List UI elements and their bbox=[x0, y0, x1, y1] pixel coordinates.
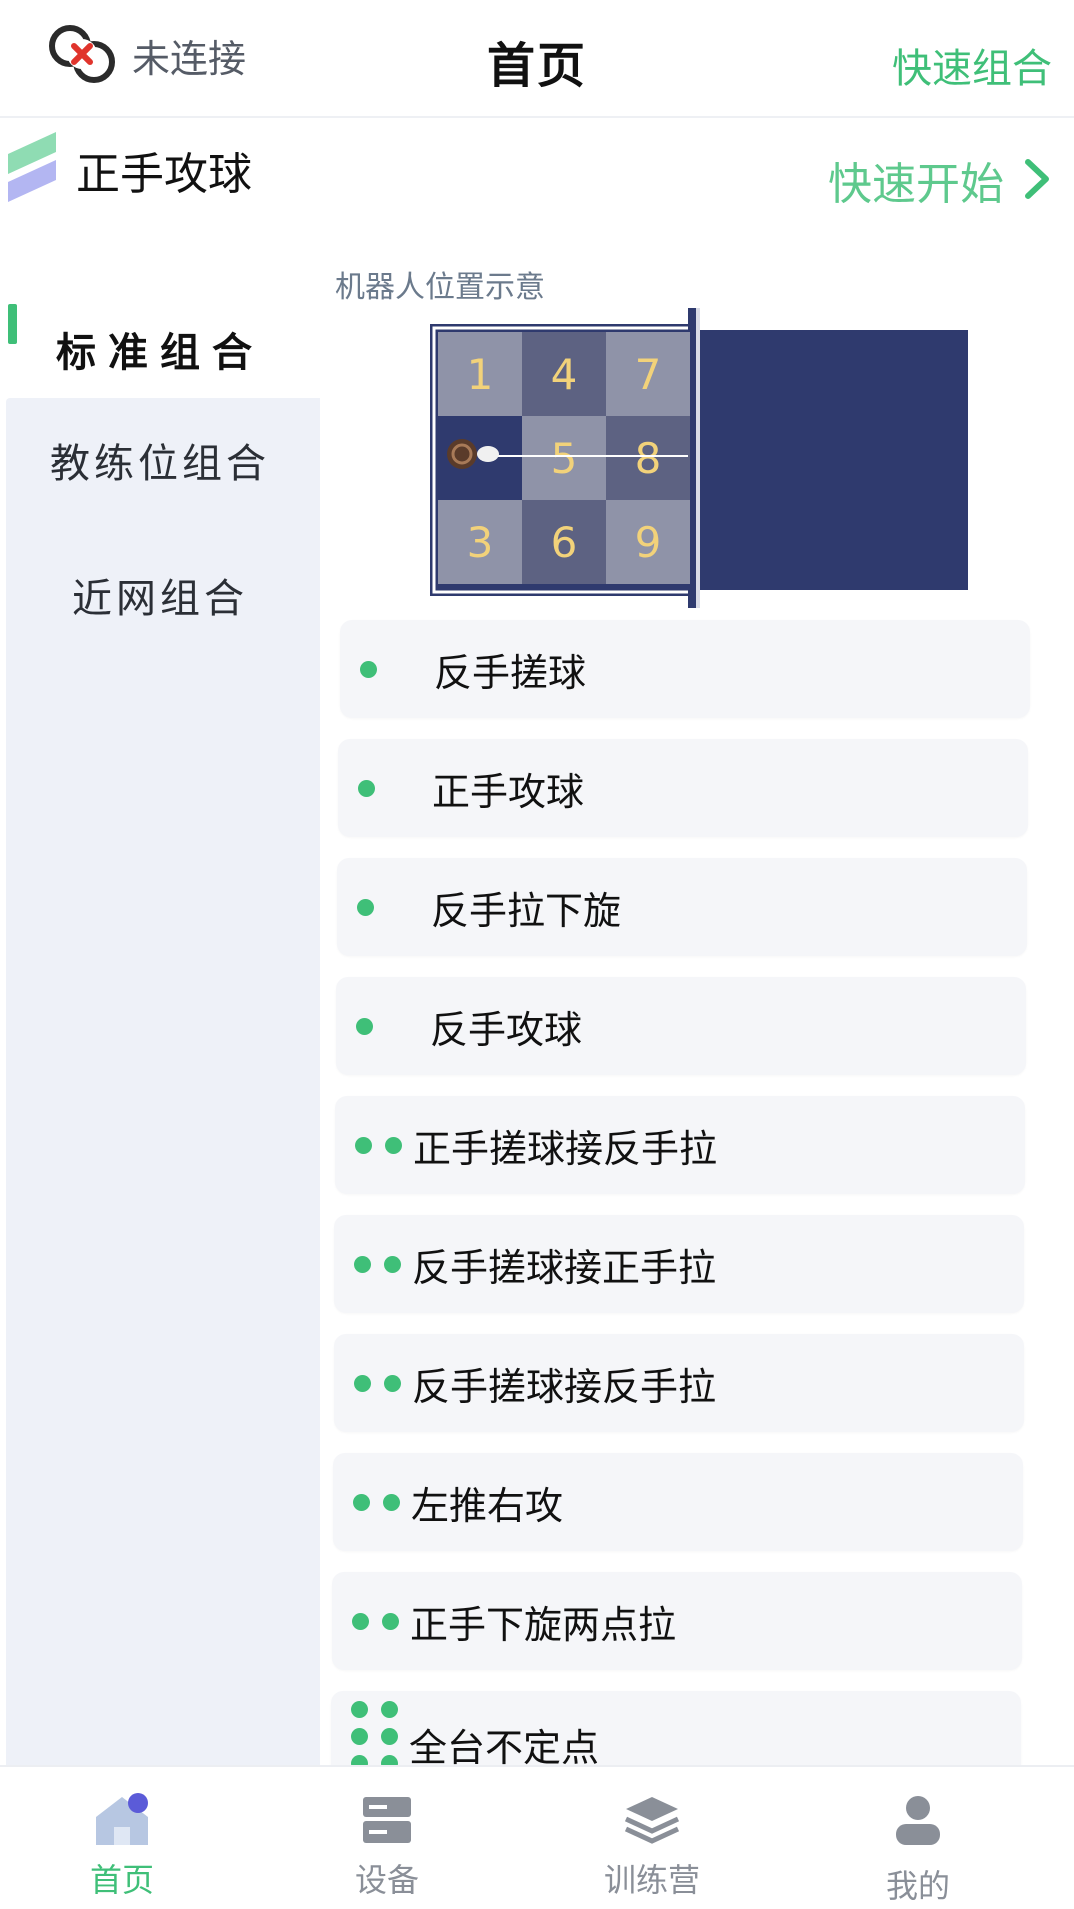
ball-dot-icon bbox=[352, 1612, 369, 1630]
combo-label: 正手搓球接反手拉 bbox=[413, 1126, 718, 1171]
sidebar-item-coach[interactable]: 教练位组合 bbox=[0, 431, 320, 489]
ball-dot-icon bbox=[354, 1255, 371, 1273]
chevron-right-icon[interactable] bbox=[1022, 156, 1052, 202]
tab-home[interactable]: 首页 bbox=[22, 1767, 222, 1909]
tab-mine[interactable]: 我的 bbox=[818, 1767, 1018, 1909]
layers-icon bbox=[624, 1797, 680, 1844]
tab-camp[interactable]: 训练营 bbox=[552, 1767, 752, 1909]
ball-dot-icon bbox=[353, 1493, 370, 1511]
ball-dot-icon bbox=[360, 660, 377, 678]
combo-item[interactable]: 反手搓球接正手拉 bbox=[334, 1215, 1024, 1313]
ball-dot-icon bbox=[384, 1374, 401, 1392]
combo-item[interactable]: 反手拉下旋 bbox=[337, 858, 1027, 956]
combo-item[interactable]: 正手搓球接反手拉 bbox=[335, 1096, 1025, 1194]
table-diagram: 1 4 7 5 8 3 6 9 bbox=[430, 308, 970, 608]
combo-dots bbox=[357, 858, 387, 956]
tab-mine-label: 我的 bbox=[885, 1867, 950, 1905]
combo-label: 反手攻球 bbox=[430, 1007, 583, 1052]
zone-number: 6 bbox=[551, 518, 578, 567]
ball-dot-icon bbox=[384, 1255, 401, 1273]
tab-device[interactable]: 设备 bbox=[287, 1767, 487, 1909]
combo-dots bbox=[356, 977, 386, 1075]
ball-dot-icon bbox=[381, 1728, 398, 1745]
tab-camp-label: 训练营 bbox=[603, 1861, 700, 1899]
bottom-tab-bar: 首页 设备 训练营 我的 bbox=[0, 1765, 1074, 1909]
combo-dots bbox=[354, 1215, 414, 1313]
zone-number: 8 bbox=[635, 434, 662, 483]
combo-item[interactable]: 正手攻球 bbox=[338, 739, 1028, 837]
combo-dots bbox=[360, 620, 390, 718]
tab-device-label: 设备 bbox=[354, 1861, 419, 1899]
combo-label: 正手攻球 bbox=[432, 769, 585, 814]
ball-dot-icon bbox=[385, 1136, 402, 1154]
combo-dots bbox=[358, 739, 388, 837]
diagram-label: 机器人位置示意 bbox=[335, 270, 545, 305]
combo-label: 反手搓球接反手拉 bbox=[412, 1364, 717, 1409]
combo-item[interactable]: 左推右攻 bbox=[333, 1453, 1023, 1551]
combo-item[interactable]: 正手下旋两点拉 bbox=[332, 1572, 1022, 1670]
tab-home-label: 首页 bbox=[89, 1861, 154, 1899]
ball-dot-icon bbox=[358, 779, 375, 797]
combo-label: 左推右攻 bbox=[411, 1483, 564, 1528]
quick-start-button[interactable]: 快速开始 bbox=[828, 148, 1004, 212]
combo-label: 反手搓球接正手拉 bbox=[412, 1245, 717, 1290]
zone-number: 1 bbox=[467, 350, 494, 399]
top-bar: 未连接 首页 快速组合 bbox=[0, 0, 1074, 118]
combo-dots bbox=[351, 1701, 398, 1772]
zone-number: 5 bbox=[551, 434, 578, 483]
combo-label: 正手下旋两点拉 bbox=[410, 1602, 677, 1647]
program-name: 正手攻球 bbox=[76, 149, 252, 200]
ball-dot-icon bbox=[354, 1374, 371, 1392]
combo-label: 反手拉下旋 bbox=[431, 888, 622, 933]
combo-dots bbox=[352, 1572, 412, 1670]
sidebar-item-near-net[interactable]: 近网组合 bbox=[0, 566, 320, 624]
category-sidebar: 标准组合 教练位组合 近网组合 bbox=[0, 228, 320, 1765]
ball-dot-icon bbox=[381, 1701, 398, 1718]
home-icon bbox=[96, 1793, 148, 1845]
device-icon bbox=[363, 1797, 411, 1843]
combo-dots bbox=[354, 1334, 414, 1432]
combo-dots bbox=[355, 1096, 415, 1194]
combo-label: 全台不定点 bbox=[409, 1726, 600, 1770]
current-program-row: 正手攻球 快速开始 bbox=[0, 118, 1074, 228]
zone-number: 4 bbox=[551, 350, 578, 399]
combo-item[interactable]: 反手攻球 bbox=[336, 977, 1026, 1075]
zone-number: 7 bbox=[635, 350, 662, 399]
sidebar-item-standard[interactable]: 标准组合 bbox=[0, 320, 320, 378]
ball-dot-icon bbox=[351, 1701, 368, 1718]
ball-dot-icon bbox=[383, 1493, 400, 1511]
table-diagram-svg: 1 4 7 5 8 3 6 9 bbox=[430, 308, 968, 608]
program-logo-icon bbox=[8, 132, 56, 202]
zone-number: 3 bbox=[467, 518, 494, 567]
user-icon bbox=[896, 1796, 940, 1845]
combo-item[interactable]: 反手搓球接反手拉 bbox=[334, 1334, 1024, 1432]
combo-dots bbox=[353, 1453, 413, 1551]
combo-item[interactable]: 反手搓球 bbox=[340, 620, 1030, 718]
ball-dot-icon bbox=[357, 898, 374, 916]
ball-dot-icon bbox=[351, 1728, 368, 1745]
quick-combo-button[interactable]: 快速组合 bbox=[892, 36, 1052, 94]
ball-dot-icon bbox=[382, 1612, 399, 1630]
ball-dot-icon bbox=[355, 1136, 372, 1154]
ball-dot-icon bbox=[356, 1017, 373, 1035]
combo-label: 反手搓球 bbox=[434, 650, 587, 695]
zone-number: 9 bbox=[635, 518, 662, 567]
